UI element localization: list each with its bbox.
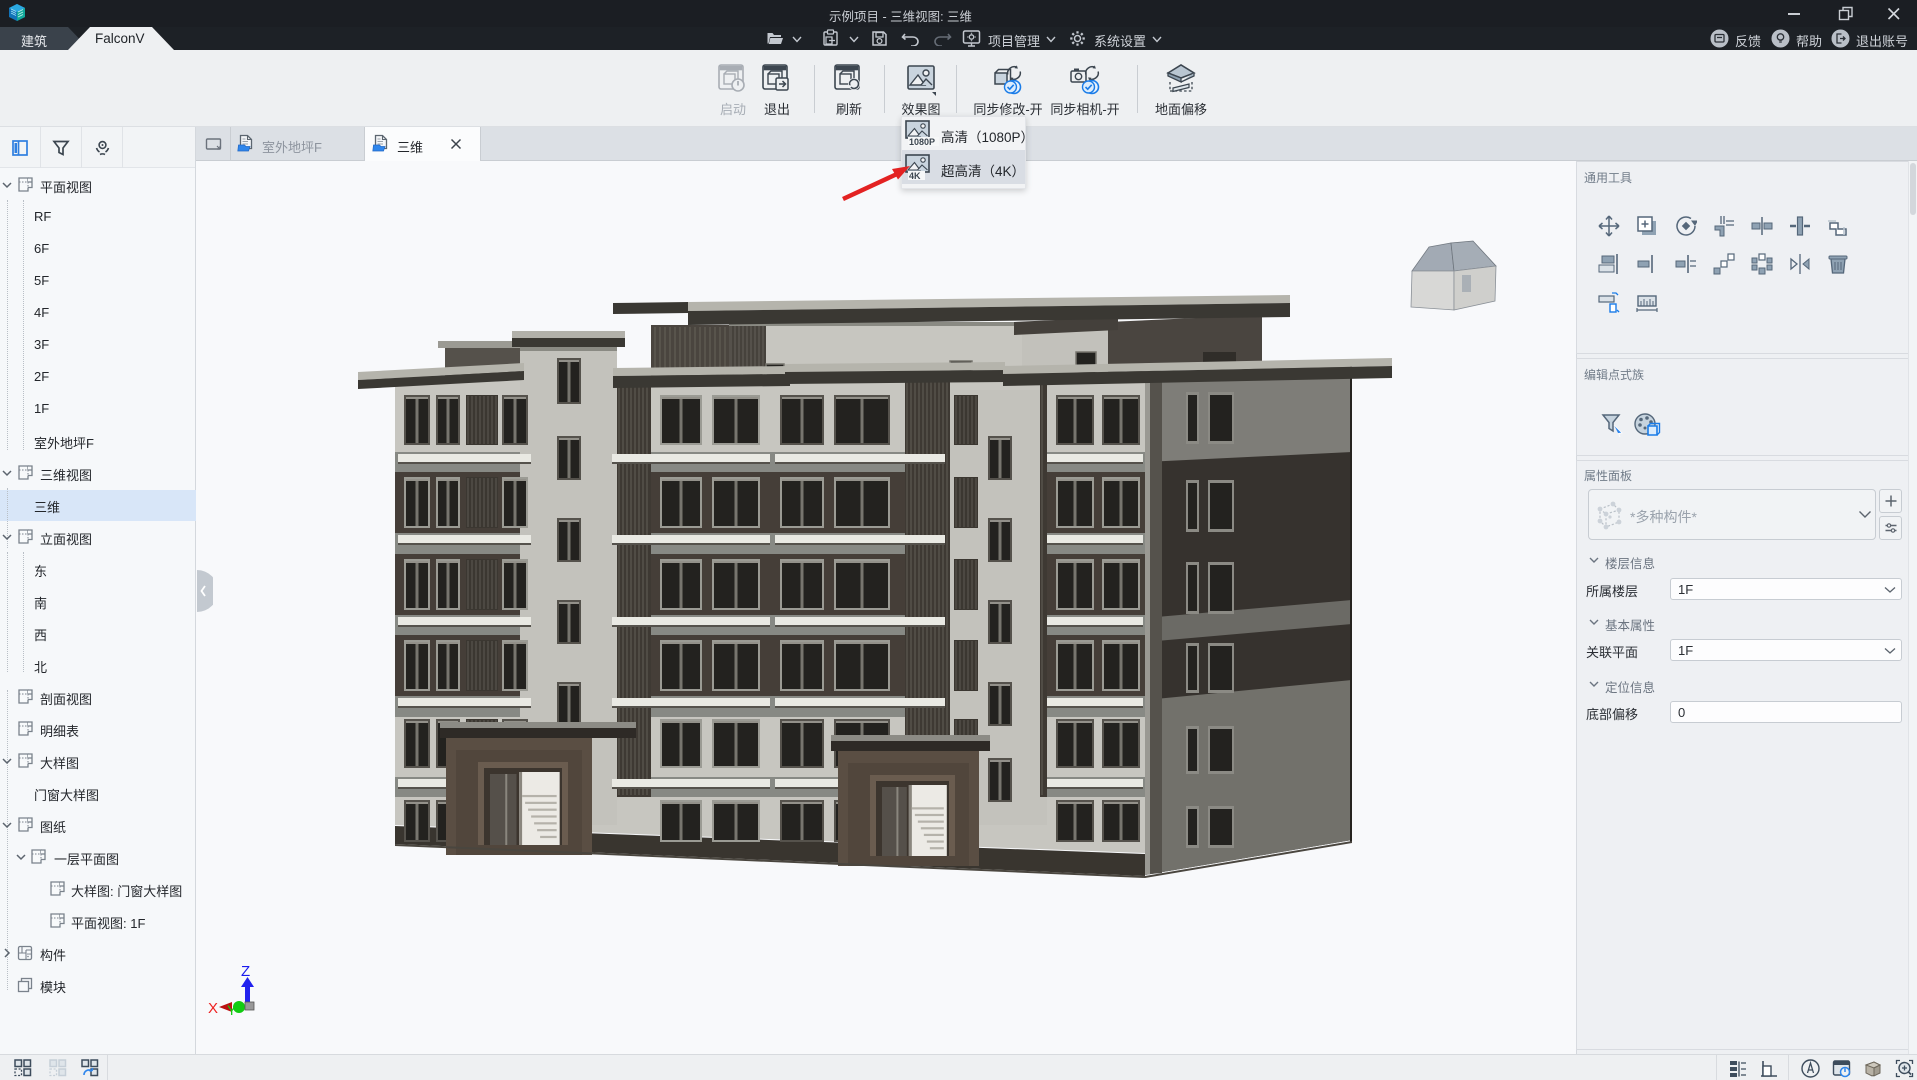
svg-text:1080P: 1080P: [909, 137, 935, 147]
